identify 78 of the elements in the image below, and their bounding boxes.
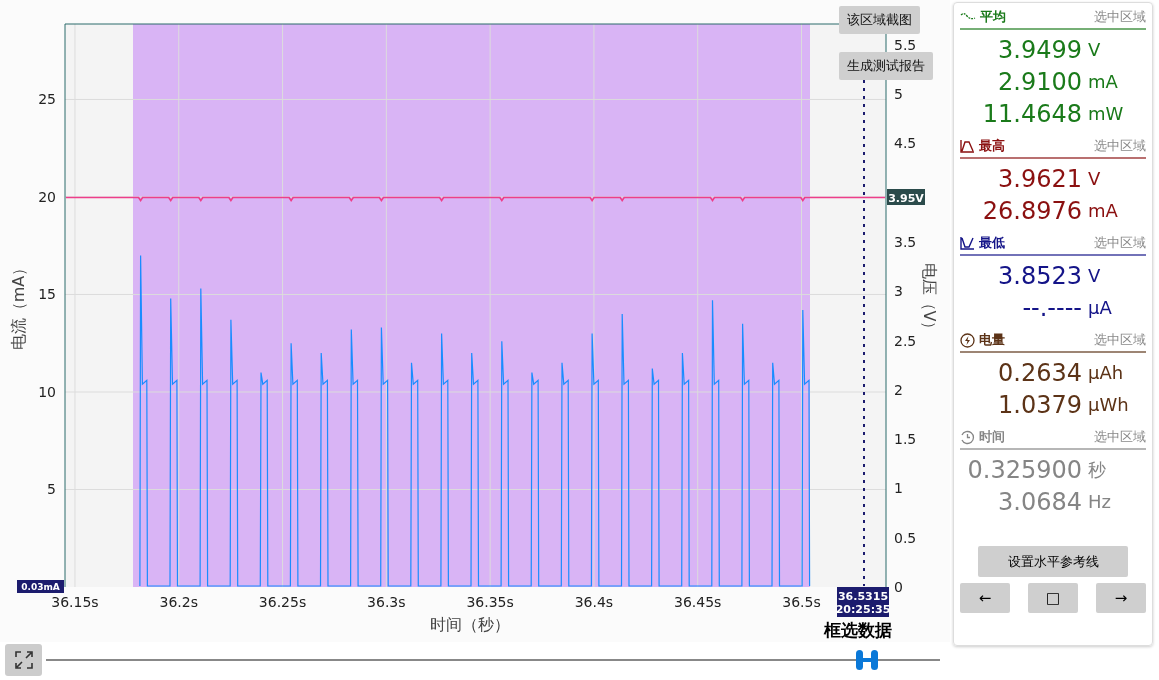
- value-badge: 0.03mA: [17, 580, 64, 593]
- valley-icon: [960, 236, 975, 250]
- reading-value: --.----: [1021, 293, 1082, 324]
- axis-tick-label: 36.4s: [574, 594, 614, 610]
- reading-value: 2.9100: [997, 67, 1082, 98]
- reading-unit: mA: [1088, 199, 1119, 223]
- axis-tick-label: 36.5s: [782, 594, 821, 610]
- axis-tick-label: 10: [38, 384, 56, 400]
- axis-tick-label: 25: [38, 91, 56, 108]
- reading-value: 3.9621: [997, 164, 1082, 195]
- section-title: 最高: [979, 137, 1005, 155]
- axis-title: 电流（mA）: [9, 259, 28, 351]
- clock-icon: [960, 429, 975, 445]
- axis-tick-label: 2.5: [894, 332, 917, 349]
- value-badge: 3.95V: [887, 189, 925, 205]
- axis-tick-label: 5: [47, 481, 56, 498]
- capture-region-button[interactable]: 该区域截图: [839, 6, 920, 34]
- axis-tick-label: 0.5: [894, 529, 917, 546]
- reading-value: 0.325900: [966, 455, 1082, 486]
- axis-tick-label: 1.5: [894, 431, 917, 448]
- fullscreen-icon: [14, 651, 33, 669]
- axis-tick-label: 36.15s: [51, 594, 99, 610]
- axis-tick-label: 36.45s: [674, 594, 722, 610]
- axis-tick-label: 36.3s: [367, 594, 406, 610]
- reference-line-button[interactable]: 设置水平参考线: [978, 546, 1128, 577]
- axis-title: 电压（V）: [920, 262, 939, 338]
- nav-button[interactable]: ←: [960, 583, 1010, 613]
- fullscreen-button[interactable]: [5, 644, 42, 676]
- reading-value: 11.4648: [981, 99, 1082, 130]
- reading-value: 1.0379: [997, 390, 1082, 421]
- axis-tick-label: 36.35s: [466, 594, 514, 610]
- wave-icon: [960, 12, 976, 22]
- lightning-icon: [960, 332, 975, 348]
- axis-tick-label: 3: [894, 283, 903, 300]
- timeline-slider[interactable]: [46, 650, 940, 670]
- reading-unit: µA: [1088, 296, 1113, 320]
- nav-button[interactable]: □: [1028, 583, 1078, 613]
- reading-unit: Hz: [1088, 490, 1112, 514]
- section-title: 电量: [979, 331, 1005, 349]
- reading-value: 0.2634: [997, 358, 1082, 389]
- reading-unit: V: [1088, 38, 1102, 62]
- axis-tick-label: 5.5: [894, 36, 917, 53]
- nav-button[interactable]: →: [1096, 583, 1146, 613]
- axis-tick-label: 36.25s: [258, 594, 307, 610]
- section-scope: 选中区域: [1094, 428, 1146, 446]
- reading-unit: V: [1088, 264, 1102, 288]
- reading-value: 26.8976: [981, 196, 1082, 227]
- report-button[interactable]: 生成测试报告: [839, 52, 933, 80]
- axis-tick-label: 15: [38, 286, 56, 303]
- reading-unit: µAh: [1088, 361, 1125, 385]
- cursor-label: 框选数据: [824, 620, 892, 640]
- axis-tick-label: 4.5: [894, 135, 917, 152]
- reading-unit: V: [1088, 167, 1102, 191]
- peak-icon: [960, 139, 975, 153]
- section-scope: 选中区域: [1094, 234, 1146, 252]
- section-scope: 选中区域: [1094, 137, 1146, 155]
- reading-unit: mW: [1088, 102, 1125, 126]
- cursor-badge: 36.5315 20:25:35: [835, 587, 891, 617]
- axis-tick-label: 1: [894, 480, 903, 497]
- section-title: 平均: [980, 8, 1006, 26]
- reading-value: 3.8523: [997, 261, 1082, 292]
- axis-tick-label: 3.5: [894, 233, 917, 250]
- section-scope: 选中区域: [1094, 331, 1146, 349]
- reading-unit: mA: [1088, 70, 1119, 94]
- section-title: 最低: [979, 234, 1005, 252]
- reading-unit: 秒: [1088, 458, 1107, 482]
- section-scope: 选中区域: [1094, 8, 1146, 26]
- axis-tick-label: 5: [894, 86, 903, 102]
- reading-value: 3.9499: [997, 35, 1082, 66]
- reading-unit: µWh: [1088, 393, 1130, 417]
- section-title: 时间: [979, 428, 1005, 446]
- axis-tick-label: 0: [894, 579, 903, 595]
- axis-tick-label: 2: [894, 381, 903, 398]
- axis-title: 时间（秒）: [430, 615, 510, 634]
- reading-value: 3.0684: [997, 487, 1082, 518]
- cursor-line[interactable]: [863, 79, 865, 587]
- axis-tick-label: 20: [38, 189, 56, 205]
- axis-tick-label: 36.2s: [159, 594, 198, 610]
